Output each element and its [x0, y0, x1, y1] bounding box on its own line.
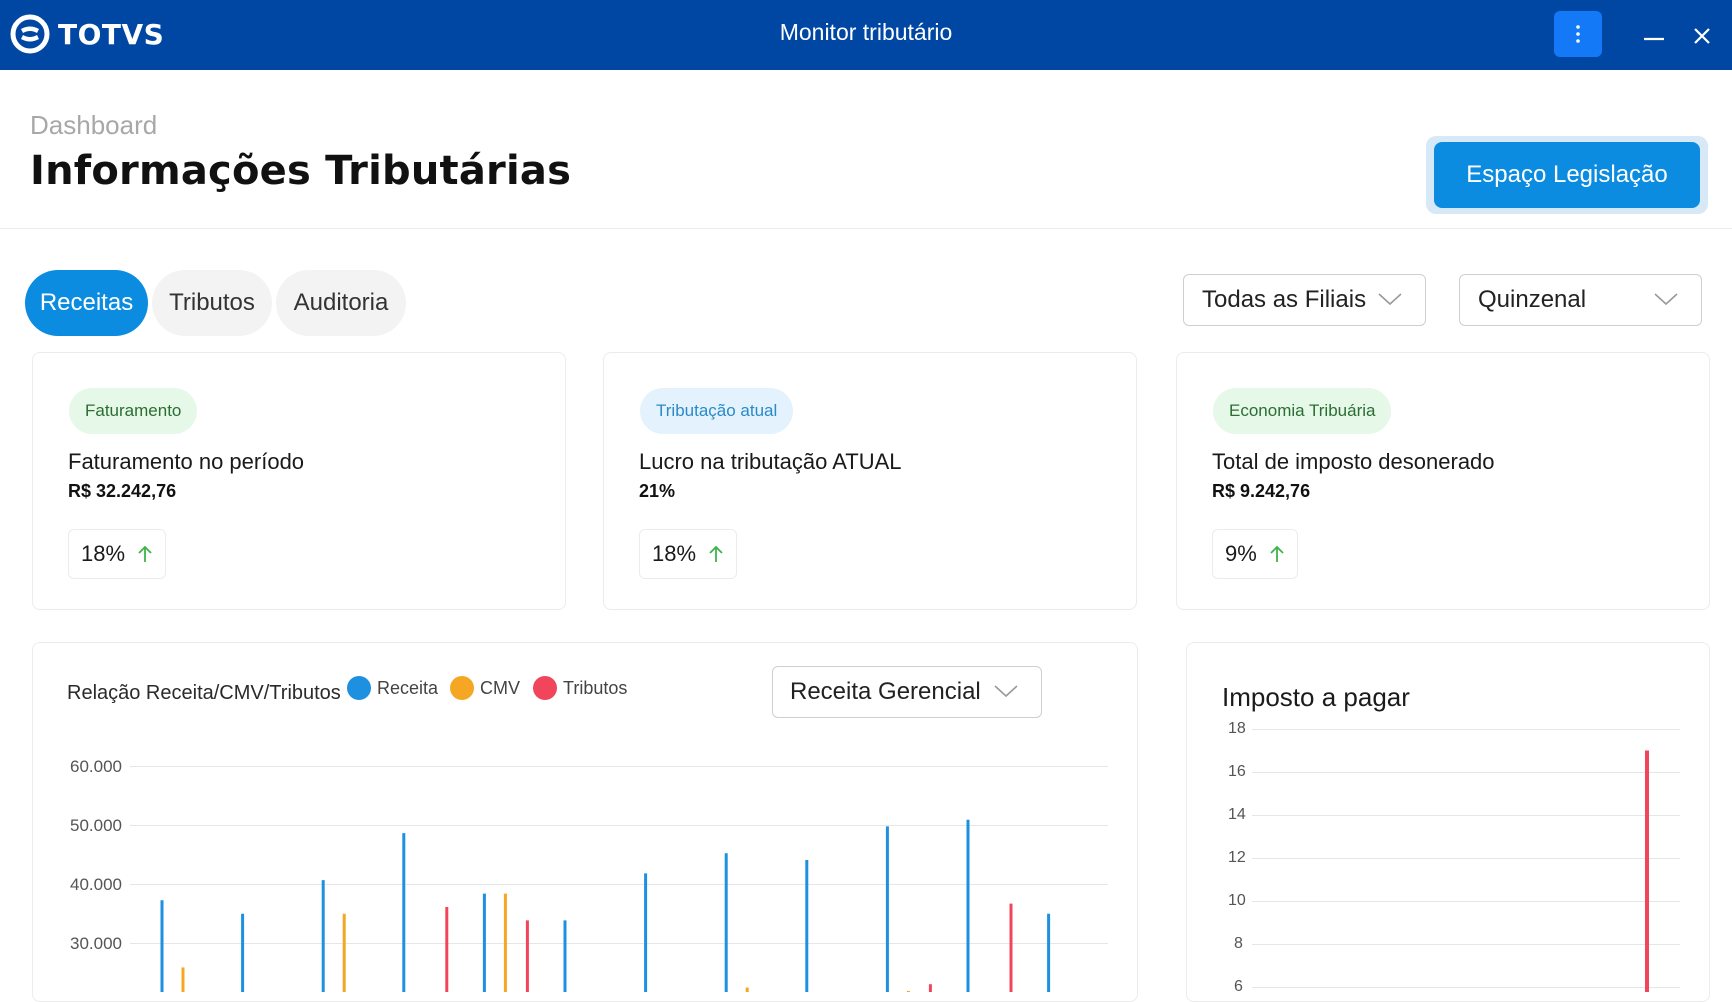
gridline [130, 884, 1108, 885]
card-value: R$ 32.242,76 [68, 481, 177, 501]
legend-dot [450, 676, 474, 700]
trend-value: 18% [652, 541, 697, 566]
y-tick-label: 16 [1228, 763, 1246, 780]
trend-badge: 9% [1212, 529, 1298, 579]
kpi-card-economia: Economia Tribuária Total de imposto deso… [1176, 352, 1710, 610]
arrow-up-icon [138, 545, 152, 562]
kpi-card-tributacao: Tributação atual Lucro na tributação ATU… [603, 352, 1137, 610]
legend-dot [347, 676, 371, 700]
chevron-down-icon [994, 685, 1018, 698]
chevron-down-icon [1378, 293, 1402, 306]
menu-button[interactable] [1554, 11, 1602, 57]
gridline [1252, 772, 1680, 773]
y-tick-label: 50.000 [70, 816, 122, 835]
period-select-value: Quinzenal [1478, 286, 1587, 313]
gridline [130, 766, 1108, 767]
breadcrumb[interactable]: Dashboard [30, 110, 157, 141]
gridline [1252, 901, 1680, 902]
chevron-down-icon [1654, 293, 1678, 306]
window-title: Monitor tributário [779, 19, 953, 45]
minimize-icon[interactable] [1640, 26, 1668, 46]
gridline [1252, 944, 1680, 945]
gridline [130, 943, 1108, 944]
kebab-icon [1576, 25, 1580, 43]
tab-tributos[interactable]: Tributos [152, 270, 272, 336]
legend-item-receita[interactable]: Receita [347, 676, 438, 700]
legislation-space-button[interactable]: Espaço Legislação [1434, 142, 1700, 208]
page-title: Informações Tributárias [30, 148, 572, 194]
kpi-card-faturamento: Faturamento Faturamento no período R$ 32… [32, 352, 566, 610]
legend-label: CMV [480, 677, 520, 698]
trend-value: 9% [1225, 541, 1257, 566]
gridline [1252, 815, 1680, 816]
y-tick-label: 8 [1234, 935, 1243, 952]
legend-dot [533, 676, 557, 700]
y-tick-label: 10 [1228, 892, 1246, 909]
trend-badge: 18% [68, 529, 167, 579]
tab-receitas[interactable]: Receitas [25, 270, 148, 336]
category-chip: Tributação atual [640, 388, 794, 434]
card-label: Faturamento no período [68, 449, 305, 474]
card-label: Total de imposto desonerado [1212, 449, 1495, 474]
y-tick-label: 30.000 [70, 934, 122, 953]
branch-select[interactable]: Todas as Filiais [1183, 274, 1426, 326]
page-header: Dashboard Informações Tributárias Espaço… [0, 70, 1732, 229]
arrow-up-icon [1270, 545, 1284, 562]
y-tick-label: 40.000 [70, 875, 122, 894]
y-tick-label: 14 [1228, 806, 1246, 823]
chart-title: Relação Receita/CMV/Tributos [67, 682, 341, 704]
legend-item-cmv[interactable]: CMV [450, 676, 520, 700]
period-select[interactable]: Quinzenal [1459, 274, 1702, 326]
y-tick-label: 12 [1228, 849, 1246, 866]
tab-auditoria[interactable]: Auditoria [276, 270, 406, 336]
branch-select-value: Todas as Filiais [1202, 286, 1367, 313]
category-chip: Faturamento [69, 388, 198, 434]
chart-title: Imposto a pagar [1222, 682, 1410, 712]
close-icon[interactable] [1688, 24, 1716, 48]
trend-badge: 18% [639, 529, 738, 579]
arrow-up-icon [709, 545, 723, 562]
card-label: Lucro na tributação ATUAL [639, 449, 902, 474]
legend-label: Tributos [563, 677, 628, 698]
y-tick-label: 60.000 [70, 757, 122, 776]
y-tick-label: 6 [1234, 978, 1243, 995]
gridline [1252, 729, 1680, 730]
legend-label: Receita [377, 677, 439, 698]
card-value: R$ 9.242,76 [1212, 481, 1311, 501]
gridline [1252, 858, 1680, 859]
trend-value: 18% [81, 541, 126, 566]
revenue-type-select-value: Receita Gerencial [790, 678, 981, 705]
revenue-type-select[interactable]: Receita Gerencial [772, 666, 1042, 718]
gridline [1252, 987, 1680, 988]
category-chip: Economia Tribuária [1213, 388, 1392, 434]
card-value: 21% [639, 481, 676, 501]
title-bar: TOTVS Monitor tributário [0, 0, 1732, 70]
legend-item-tributos[interactable]: Tributos [533, 676, 627, 700]
y-tick-label: 18 [1228, 720, 1246, 737]
gridline [130, 825, 1108, 826]
